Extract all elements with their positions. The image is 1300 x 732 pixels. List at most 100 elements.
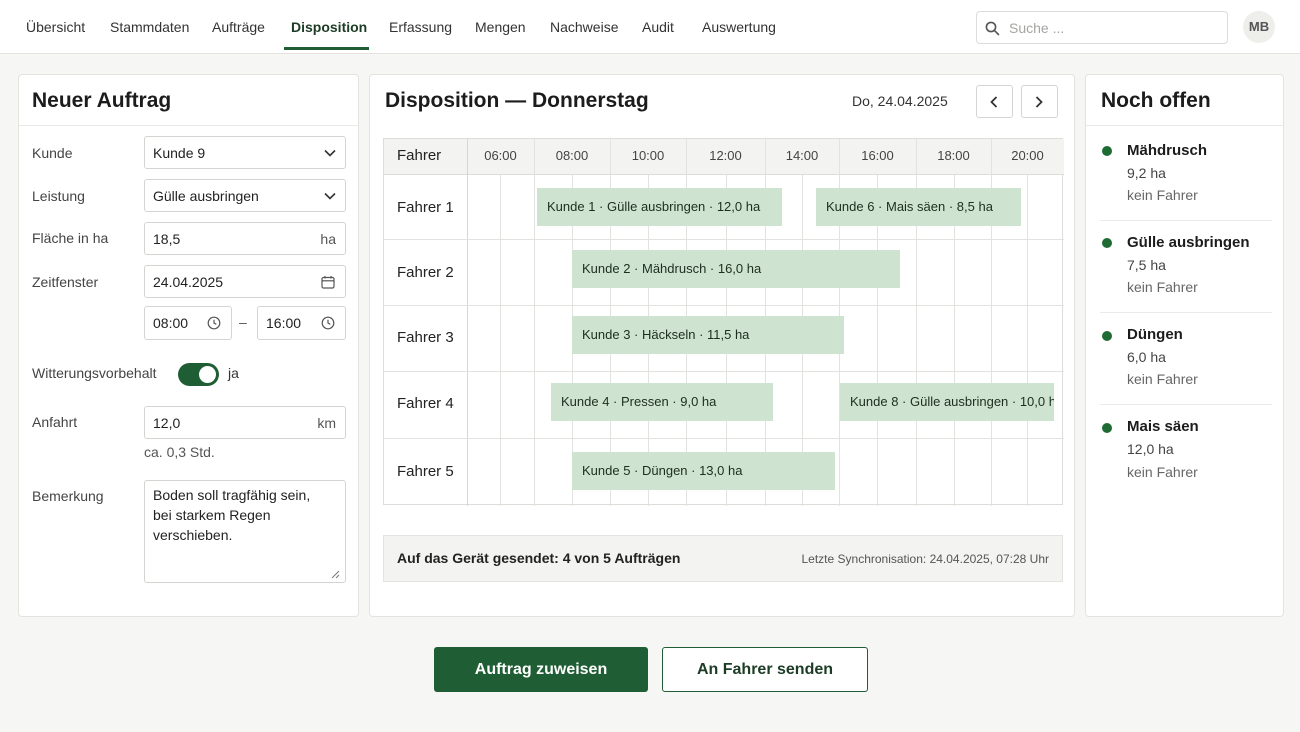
end-time-value: 16:00 xyxy=(266,315,302,331)
status-dot xyxy=(1102,238,1112,248)
chevron-down-icon xyxy=(324,149,336,157)
anfahrt-unit: km xyxy=(317,414,336,431)
start-time-input[interactable]: 08:00 xyxy=(144,306,232,340)
row-divider xyxy=(384,305,1064,306)
nav-uebersicht[interactable]: Übersicht xyxy=(26,0,85,54)
open-orders-title: Noch offen xyxy=(1101,89,1211,112)
hour-label: 18:00 xyxy=(937,148,970,163)
open-order-name: Düngen xyxy=(1127,326,1183,343)
row-divider xyxy=(384,239,1064,240)
nav-audit[interactable]: Audit xyxy=(642,0,674,54)
hour-label: 10:00 xyxy=(631,148,665,163)
assignment-block[interactable]: Kunde 8 · Gülle ausbringen · 10,0 ha xyxy=(840,383,1054,421)
anfahrt-value: 12,0 xyxy=(153,414,181,431)
open-order-driver: kein Fahrer xyxy=(1127,279,1198,295)
grid-line xyxy=(500,175,501,506)
flaeche-input[interactable]: 18,5 ha xyxy=(144,222,346,255)
driver-label: Fahrer 1 xyxy=(397,199,454,216)
grid-line xyxy=(534,139,535,506)
disposition-title: Disposition — Donnerstag xyxy=(385,89,649,112)
open-order-area: 6,0 ha xyxy=(1127,349,1166,365)
assignment-block[interactable]: Kunde 6 · Mais säen · 8,5 ha xyxy=(816,188,1021,226)
assignment-block[interactable]: Kunde 1 · Gülle ausbringen · 12,0 ha xyxy=(537,188,782,226)
card-divider xyxy=(19,125,358,126)
nav-stammdaten[interactable]: Stammdaten xyxy=(110,0,189,54)
new-order-card: Neuer Auftrag Kunde Kunde 9 Leistung Gül… xyxy=(18,74,359,617)
anfahrt-label: Anfahrt xyxy=(32,414,78,430)
driver-column-header: Fahrer xyxy=(397,147,442,164)
status-dot xyxy=(1102,331,1112,341)
bemerkung-label: Bemerkung xyxy=(32,488,104,504)
leistung-select[interactable]: Gülle ausbringen xyxy=(144,179,346,212)
clock-icon[interactable] xyxy=(321,316,335,330)
last-sync: Letzte Synchronisation: 24.04.2025, 07:2… xyxy=(801,552,1050,566)
previous-day-button[interactable] xyxy=(976,85,1013,118)
assign-order-button[interactable]: Auftrag zuweisen xyxy=(434,647,648,692)
datum-value: 24.04.2025 xyxy=(153,273,224,290)
anfahrt-input[interactable]: 12,0 km xyxy=(144,406,346,439)
nav-nachweise[interactable]: Nachweise xyxy=(550,0,618,54)
flaeche-unit: ha xyxy=(320,230,336,247)
witterung-label: Witterungsvorbehalt xyxy=(32,365,157,381)
top-navigation: Übersicht Stammdaten Aufträge Dispositio… xyxy=(0,0,1300,54)
open-order-driver: kein Fahrer xyxy=(1127,371,1198,387)
grid-line xyxy=(467,139,468,506)
open-order-name: Mais säen xyxy=(1127,418,1199,435)
kunde-select[interactable]: Kunde 9 xyxy=(144,136,346,169)
nav-auswertung[interactable]: Auswertung xyxy=(702,0,776,54)
driver-label: Fahrer 2 xyxy=(397,264,454,281)
send-to-driver-button[interactable]: An Fahrer senden xyxy=(662,647,868,692)
row-divider xyxy=(384,438,1064,439)
new-order-title: Neuer Auftrag xyxy=(32,89,172,112)
end-time-input[interactable]: 16:00 xyxy=(257,306,346,340)
nav-disposition[interactable]: Disposition xyxy=(291,0,367,54)
search-input[interactable] xyxy=(1009,18,1219,38)
status-dot xyxy=(1102,146,1112,156)
datum-input[interactable]: 24.04.2025 xyxy=(144,265,346,298)
leistung-label: Leistung xyxy=(32,188,85,204)
nav-mengen[interactable]: Mengen xyxy=(475,0,526,54)
chevron-left-icon xyxy=(990,96,998,108)
sync-status-bar: Auf das Gerät gesendet: 4 von 5 Aufträge… xyxy=(383,535,1063,582)
assignment-block[interactable]: Kunde 4 · Pressen · 9,0 ha xyxy=(551,383,773,421)
disposition-date: Do, 24.04.2025 xyxy=(852,93,948,109)
nav-erfassung[interactable]: Erfassung xyxy=(389,0,452,54)
search-icon xyxy=(985,21,1000,36)
witterung-toggle[interactable] xyxy=(178,363,219,386)
hour-label: 06:00 xyxy=(484,148,517,163)
open-orders-card: Noch offen Mähdrusch 9,2 ha kein Fahrer … xyxy=(1085,74,1284,617)
assignment-block[interactable]: Kunde 5 · Düngen · 13,0 ha xyxy=(572,452,835,490)
open-order-name: Mähdrusch xyxy=(1127,142,1208,159)
next-day-button[interactable] xyxy=(1021,85,1058,118)
leistung-value: Gülle ausbringen xyxy=(153,187,259,204)
zeitfenster-label: Zeitfenster xyxy=(32,274,99,290)
nav-auftraege[interactable]: Aufträge xyxy=(212,0,265,54)
hour-label: 14:00 xyxy=(785,148,819,163)
bemerkung-textarea[interactable]: Boden soll tragfähig sein, bei starkem R… xyxy=(144,480,346,583)
calendar-icon[interactable] xyxy=(321,275,335,289)
open-order-area: 9,2 ha xyxy=(1127,165,1166,181)
list-divider xyxy=(1100,404,1272,405)
clock-icon[interactable] xyxy=(207,316,221,330)
search-box[interactable] xyxy=(976,11,1228,44)
driver-label: Fahrer 4 xyxy=(397,395,454,412)
driver-label: Fahrer 5 xyxy=(397,463,454,480)
open-order-name: Gülle ausbringen xyxy=(1127,234,1250,251)
user-avatar[interactable]: MB xyxy=(1243,11,1275,43)
row-divider xyxy=(384,371,1064,372)
hour-label: 20:00 xyxy=(1011,148,1044,163)
witterung-state: ja xyxy=(228,365,239,381)
assignment-block[interactable]: Kunde 3 · Häckseln · 11,5 ha xyxy=(572,316,844,354)
hour-label: 08:00 xyxy=(555,148,589,163)
card-divider xyxy=(1086,125,1283,126)
chevron-right-icon xyxy=(1035,96,1043,108)
open-order-area: 7,5 ha xyxy=(1127,257,1166,273)
anfahrt-hint: ca. 0,3 Std. xyxy=(144,444,215,460)
grid-line xyxy=(1027,175,1028,506)
resize-handle-icon[interactable] xyxy=(330,569,340,579)
open-order-area: 12,0 ha xyxy=(1127,441,1174,457)
disposition-card: Disposition — Donnerstag Do, 24.04.2025 … xyxy=(369,74,1075,617)
flaeche-label: Fläche in ha xyxy=(32,230,109,246)
assignment-block[interactable]: Kunde 2 · Mähdrusch · 16,0 ha xyxy=(572,250,900,288)
active-tab-indicator xyxy=(284,47,369,50)
